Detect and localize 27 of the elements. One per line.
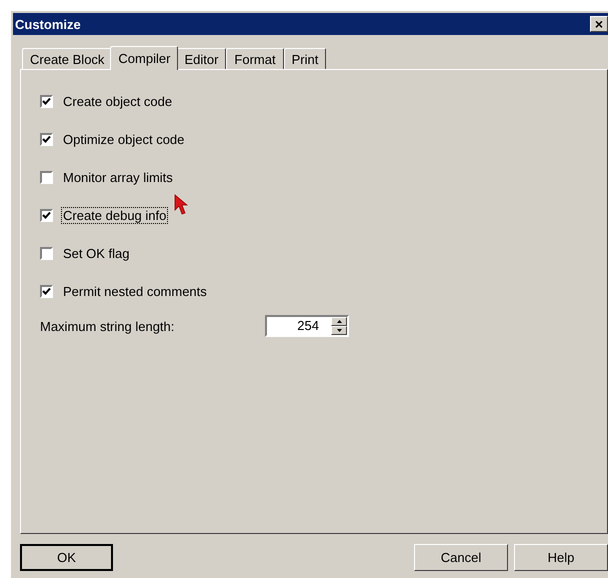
tab[interactable]: Format [226,48,284,69]
checkbox[interactable] [40,132,53,146]
checkbox[interactable] [40,284,53,298]
window-title: Customize [14,16,81,32]
checkbox-label[interactable]: Set OK flag [61,244,132,262]
checkbox-label[interactable]: Optimize object code [61,130,186,148]
tab[interactable]: Compiler [110,46,178,70]
checkbox-label[interactable]: Monitor array limits [61,168,175,186]
checkbox[interactable] [40,94,53,108]
checkbox-label[interactable]: Permit nested comments [61,282,209,300]
checkbox[interactable] [40,170,53,184]
pointer-icon [174,194,188,216]
checkbox[interactable] [40,208,53,222]
checkbox[interactable] [40,246,53,260]
checkbox-label[interactable]: Create debug info [61,206,168,224]
tab[interactable]: Editor [176,48,226,69]
close-button[interactable]: × [590,16,608,32]
dialog-button[interactable]: Cancel [414,544,508,571]
tab[interactable]: Create Block [22,48,112,69]
tab[interactable]: Print [284,48,326,69]
spin-field[interactable]: 254 [265,315,349,337]
up-arrow-icon[interactable] [336,320,342,323]
field-label: Maximum string length: [40,318,176,334]
dialog-button[interactable]: OK [20,544,113,571]
dialog-button[interactable]: Help [514,544,608,571]
checkbox-label[interactable]: Create object code [61,92,174,110]
down-arrow-icon[interactable] [336,329,342,332]
